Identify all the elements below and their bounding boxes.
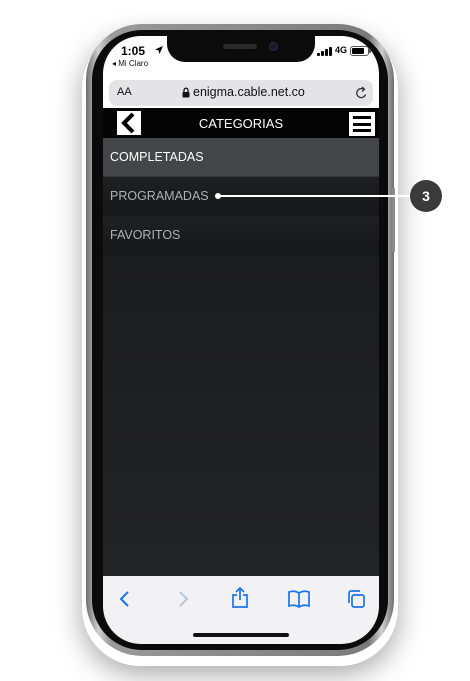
status-time: 1:05: [121, 44, 146, 58]
phone-screen: 1:05 ◂ Mi Claro 4G AA enigma.cable.net.c…: [103, 36, 379, 644]
url-text: enigma.cable.net.co: [193, 85, 305, 99]
forward-icon[interactable]: [177, 590, 189, 608]
speaker: [223, 44, 257, 49]
battery-icon: [350, 46, 371, 56]
bookmarks-icon[interactable]: [288, 590, 310, 608]
browser-address-bar: AA enigma.cable.net.co: [103, 78, 379, 108]
url-field[interactable]: AA enigma.cable.net.co: [109, 80, 373, 106]
side-button: [392, 188, 395, 252]
location-arrow-icon: [155, 46, 163, 54]
home-indicator: [193, 633, 289, 637]
notch: [167, 36, 315, 62]
page-title: CATEGORIAS: [198, 116, 284, 131]
menu-button[interactable]: [349, 112, 375, 136]
text-size-button[interactable]: AA: [117, 86, 132, 98]
share-icon[interactable]: [231, 587, 249, 609]
callout-badge: 3: [410, 180, 442, 212]
category-favoritos[interactable]: FAVORITOS: [103, 216, 379, 255]
reload-icon[interactable]: [355, 86, 368, 100]
tabs-icon[interactable]: [347, 590, 365, 608]
app-header: CATEGORIAS: [103, 108, 379, 138]
camera: [269, 42, 278, 51]
network-type: 4G: [335, 45, 348, 55]
back-to-app-link[interactable]: ◂ Mi Claro: [112, 59, 148, 68]
back-icon[interactable]: [119, 590, 131, 608]
category-completadas[interactable]: COMPLETADAS: [103, 138, 379, 177]
lock-icon: [182, 87, 190, 98]
callout-line: [218, 195, 414, 197]
browser-toolbar: [103, 576, 379, 644]
content-area: [103, 255, 379, 576]
signal-icon: [317, 47, 332, 56]
